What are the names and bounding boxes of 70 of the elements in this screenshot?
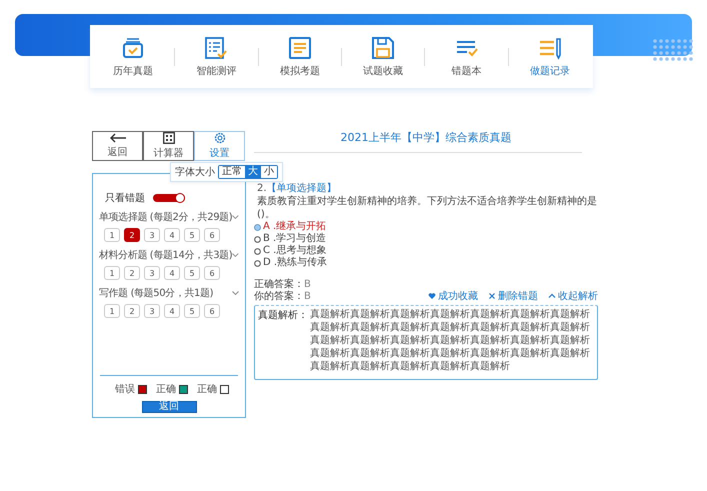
chevron-down-icon — [232, 291, 239, 295]
answer-option[interactable]: A .继承与开拓 — [254, 221, 598, 233]
font-size-option[interactable]: 小 — [261, 166, 277, 178]
answer-value: B — [304, 291, 311, 302]
question-number[interactable]: 1 — [104, 304, 120, 318]
nav-item[interactable]: 模拟考题 — [264, 36, 335, 78]
box-check-icon — [121, 36, 145, 60]
toolbar-button[interactable]: 返回 — [92, 131, 143, 161]
checklist-icon — [204, 36, 228, 60]
action-link[interactable]: 删除错题 — [488, 289, 538, 303]
wrong-only-toggle[interactable] — [153, 194, 185, 202]
question-number[interactable]: 4 — [164, 304, 180, 318]
question-number[interactable]: 3 — [144, 304, 160, 318]
answer-value: B — [304, 279, 311, 290]
section-title: 材料分析题 (每题14分，共3题) — [99, 248, 232, 262]
document-icon — [288, 36, 312, 60]
dot-pattern-drawing — [652, 38, 694, 62]
answer-option[interactable]: D .熟练与传承 — [254, 257, 598, 269]
question-number-label: 2. — [257, 183, 267, 194]
question-number[interactable]: 1 — [104, 228, 120, 242]
analysis-label: 真题解析： — [258, 308, 308, 323]
question-number[interactable]: 3 — [144, 228, 160, 242]
nav-item[interactable]: 智能测评 — [181, 36, 252, 78]
toolbar-button[interactable]: 计算器 — [143, 131, 194, 161]
exam-title: 2021上半年【中学】综合素质真题 — [340, 130, 512, 145]
legend-label: 正确 — [156, 383, 176, 396]
nav-item[interactable]: 试题收藏 — [348, 36, 418, 78]
answer-label: 正确答案： — [254, 279, 304, 290]
analysis-text: 真题解析真题解析真题解析真题解析真题解析真题解析真题解析真题解析真题解析真题解析真题解析真题解析真题解析真题解析真题解析真题解析真题解析真题解析真题解析真题解析真题解析真题解析真题解析真题解析真题解析真题解析真题解析真题解析真题解析真题解析真题解析真题解析真题解析 — [310, 308, 591, 373]
question-number[interactable]: 5 — [184, 266, 200, 280]
heart-icon — [428, 292, 436, 300]
back-button[interactable]: 返回 — [142, 401, 196, 413]
answer-label: 你的答案： — [254, 291, 304, 302]
toolbar-button[interactable]: 设置 — [194, 131, 245, 161]
question-number[interactable]: 6 — [204, 304, 220, 318]
answer-option[interactable]: C .思考与想象 — [254, 245, 598, 257]
question-text: 素质教育注重对学生创新精神的培养。下列方法不适合培养学生创新精神的是()。 — [257, 195, 598, 220]
legend-label: 正确 — [197, 383, 217, 396]
chevron-down-icon — [232, 215, 239, 219]
back-arrow-icon — [110, 133, 126, 143]
section-title: 单项选择题 (每题2分，共29题) — [99, 210, 232, 224]
question-number[interactable]: 2 — [124, 304, 140, 318]
legend-label: 错误 — [115, 383, 135, 396]
wrong-only-label: 只看错题 — [105, 192, 145, 205]
answer-option[interactable]: B .学习与创造 — [254, 233, 598, 245]
action-link[interactable]: 收起解析 — [548, 289, 598, 303]
question-number[interactable]: 3 — [144, 266, 160, 280]
section-title: 写作题 (每题50分，共1题) — [99, 286, 214, 300]
question-number[interactable]: 4 — [164, 266, 180, 280]
question-number[interactable]: 2 — [124, 266, 140, 280]
question-number[interactable]: 6 — [204, 266, 220, 280]
nav-item[interactable]: 错题本 — [432, 36, 502, 78]
chevron-down-icon — [232, 253, 239, 257]
question-number[interactable]: 1 — [104, 266, 120, 280]
lines-pen-icon — [538, 36, 562, 60]
question-number[interactable]: 6 — [204, 228, 220, 242]
calculator-icon — [162, 132, 174, 144]
question-number[interactable]: 2 — [124, 228, 140, 242]
chevron-up-icon — [548, 292, 556, 300]
settings-icon — [212, 132, 226, 144]
nav-item[interactable]: 做题记录 — [514, 36, 585, 78]
question-number[interactable]: 5 — [184, 228, 200, 242]
font-size-option[interactable]: 大 — [245, 166, 261, 178]
nav-item[interactable]: 历年真题 — [98, 36, 168, 78]
question-number[interactable]: 5 — [184, 304, 200, 318]
question-type: 【单项选择题】 — [266, 183, 337, 194]
font-size-label: 字体大小 — [175, 166, 215, 179]
close-icon — [488, 292, 496, 300]
question-number[interactable]: 4 — [164, 228, 180, 242]
action-link[interactable]: 成功收藏 — [428, 289, 478, 303]
